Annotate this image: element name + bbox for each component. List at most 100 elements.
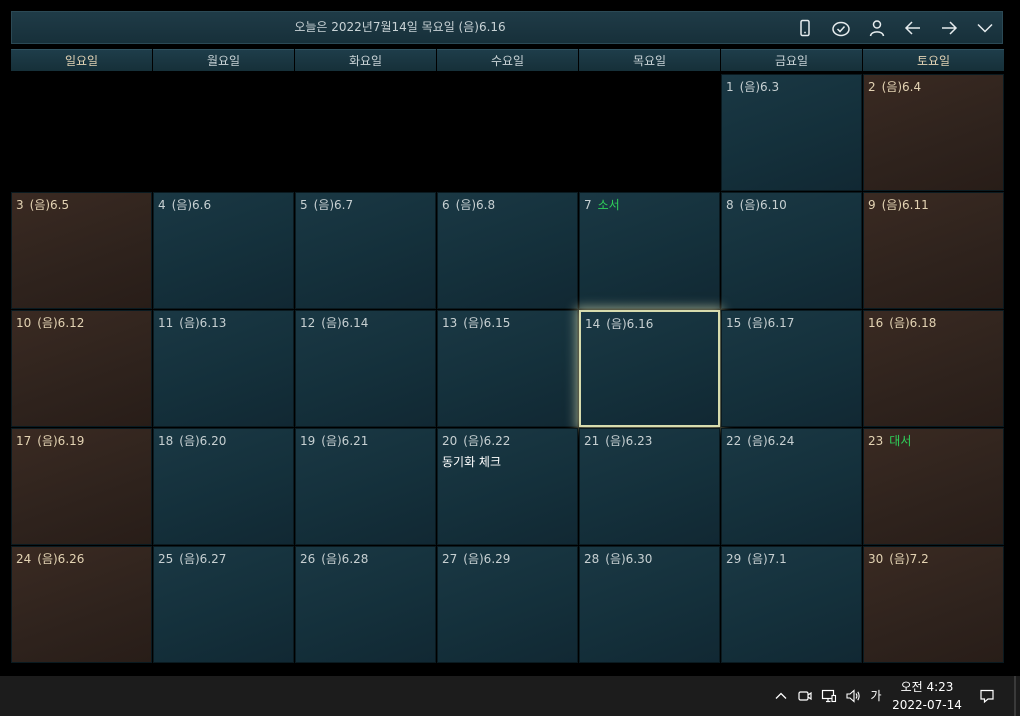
chevron-up-icon[interactable] <box>770 676 792 716</box>
day-cell[interactable]: 8 (음)6.10 <box>721 192 862 309</box>
weekday-header: 금요일 <box>721 49 862 71</box>
ime-indicator[interactable]: 가 <box>866 676 886 716</box>
day-header: 17 (음)6.19 <box>16 432 84 449</box>
lunar-date: (음)6.22 <box>463 434 511 448</box>
chevron-down-icon[interactable] <box>970 15 1000 41</box>
day-cell[interactable]: 24 (음)6.26 <box>11 546 152 663</box>
lunar-date: (음)6.14 <box>321 316 369 330</box>
lunar-date: (음)6.5 <box>29 198 70 212</box>
day-cell[interactable]: 7 소서 <box>579 192 720 309</box>
day-number: 8 <box>726 198 734 212</box>
meet-now-icon[interactable] <box>794 676 816 716</box>
day-header: 26 (음)6.28 <box>300 550 368 567</box>
day-header: 12 (음)6.14 <box>300 314 368 331</box>
day-number: 23 <box>868 434 884 448</box>
day-header: 18 (음)6.20 <box>158 432 226 449</box>
day-number: 29 <box>726 552 742 566</box>
day-cell[interactable]: 12 (음)6.14 <box>295 310 436 427</box>
day-number: 7 <box>584 198 592 212</box>
lunar-date: (음)6.12 <box>37 316 85 330</box>
day-cell[interactable]: 17 (음)6.19 <box>11 428 152 545</box>
day-number: 25 <box>158 552 174 566</box>
lunar-date: (음)6.27 <box>179 552 227 566</box>
day-cell-today[interactable]: 14 (음)6.16 <box>579 310 720 427</box>
day-cell[interactable]: 5 (음)6.7 <box>295 192 436 309</box>
clock-date: 2022-07-14 <box>892 698 962 712</box>
day-cell[interactable]: 6 (음)6.8 <box>437 192 578 309</box>
holiday-label: 대서 <box>889 434 912 448</box>
day-cell[interactable]: 10 (음)6.12 <box>11 310 152 427</box>
day-cell[interactable]: 18 (음)6.20 <box>153 428 294 545</box>
day-number: 22 <box>726 434 742 448</box>
lunar-date: (음)6.19 <box>37 434 85 448</box>
user-icon[interactable] <box>862 15 892 41</box>
arrow-left-icon[interactable] <box>898 15 928 41</box>
notification-icon[interactable] <box>975 676 999 716</box>
day-header: 1 (음)6.3 <box>726 78 779 95</box>
page-title: 오늘은 2022년7월14일 목요일 (음)6.16 <box>294 20 506 34</box>
day-cell[interactable]: 13 (음)6.15 <box>437 310 578 427</box>
event-entry[interactable]: 동기화 체크 <box>442 453 501 470</box>
day-cell[interactable]: 22 (음)6.24 <box>721 428 862 545</box>
lunar-date: (음)6.15 <box>463 316 511 330</box>
day-header: 14 (음)6.16 <box>585 315 653 332</box>
day-cell[interactable]: 9 (음)6.11 <box>863 192 1004 309</box>
day-header: 29 (음)7.1 <box>726 550 787 567</box>
day-cell[interactable]: 20 (음)6.22 동기화 체크 <box>437 428 578 545</box>
day-cell[interactable]: 4 (음)6.6 <box>153 192 294 309</box>
day-header: 23 대서 <box>868 432 911 449</box>
day-header: 13 (음)6.15 <box>442 314 510 331</box>
day-header: 7 소서 <box>584 196 620 213</box>
lunar-date: (음)6.13 <box>179 316 227 330</box>
day-header: 4 (음)6.6 <box>158 196 211 213</box>
day-cell[interactable]: 29 (음)7.1 <box>721 546 862 663</box>
day-number: 5 <box>300 198 308 212</box>
network-icon[interactable] <box>818 676 840 716</box>
day-cell[interactable]: 25 (음)6.27 <box>153 546 294 663</box>
day-cell[interactable]: 19 (음)6.21 <box>295 428 436 545</box>
day-number: 17 <box>16 434 32 448</box>
taskbar-clock[interactable]: 오전 4:23 2022-07-14 <box>887 676 967 716</box>
day-number: 20 <box>442 434 458 448</box>
day-number: 26 <box>300 552 316 566</box>
arrow-right-icon[interactable] <box>934 15 964 41</box>
day-cell[interactable]: 15 (음)6.17 <box>721 310 862 427</box>
lunar-date: (음)6.24 <box>747 434 795 448</box>
day-cell[interactable]: 3 (음)6.5 <box>11 192 152 309</box>
day-cell[interactable]: 16 (음)6.18 <box>863 310 1004 427</box>
day-number: 9 <box>868 198 876 212</box>
day-number: 12 <box>300 316 316 330</box>
day-header: 10 (음)6.12 <box>16 314 84 331</box>
day-header: 8 (음)6.10 <box>726 196 787 213</box>
day-cell[interactable]: 27 (음)6.29 <box>437 546 578 663</box>
day-cell[interactable]: 28 (음)6.30 <box>579 546 720 663</box>
phone-icon[interactable] <box>790 15 820 41</box>
day-cell[interactable]: 1 (음)6.3 <box>721 74 862 191</box>
day-cell[interactable]: 26 (음)6.28 <box>295 546 436 663</box>
day-cell[interactable]: 21 (음)6.23 <box>579 428 720 545</box>
weekday-header: 화요일 <box>295 49 436 71</box>
day-header: 5 (음)6.7 <box>300 196 353 213</box>
sync-check-icon[interactable] <box>826 15 856 41</box>
day-cell[interactable]: 23 대서 <box>863 428 1004 545</box>
day-header: 16 (음)6.18 <box>868 314 936 331</box>
day-cell[interactable]: 11 (음)6.13 <box>153 310 294 427</box>
volume-icon[interactable] <box>842 676 864 716</box>
day-header: 20 (음)6.22 <box>442 432 510 449</box>
calendar-app: 오늘은 2022년7월14일 목요일 (음)6.16 일요일 월요일 화요일 수요일 목… <box>0 0 1020 676</box>
day-header: 24 (음)6.26 <box>16 550 84 567</box>
day-number: 2 <box>868 80 876 94</box>
weekday-header: 토요일 <box>863 49 1004 71</box>
day-header: 27 (음)6.29 <box>442 550 510 567</box>
day-number: 24 <box>16 552 32 566</box>
day-number: 16 <box>868 316 884 330</box>
day-number: 18 <box>158 434 174 448</box>
day-header: 6 (음)6.8 <box>442 196 495 213</box>
day-cell[interactable]: 30 (음)7.2 <box>863 546 1004 663</box>
day-number: 14 <box>585 317 601 331</box>
lunar-date: (음)6.20 <box>179 434 227 448</box>
day-cell[interactable]: 2 (음)6.4 <box>863 74 1004 191</box>
day-number: 1 <box>726 80 734 94</box>
show-desktop-divider[interactable] <box>1014 676 1016 716</box>
lunar-date: (음)6.30 <box>605 552 653 566</box>
